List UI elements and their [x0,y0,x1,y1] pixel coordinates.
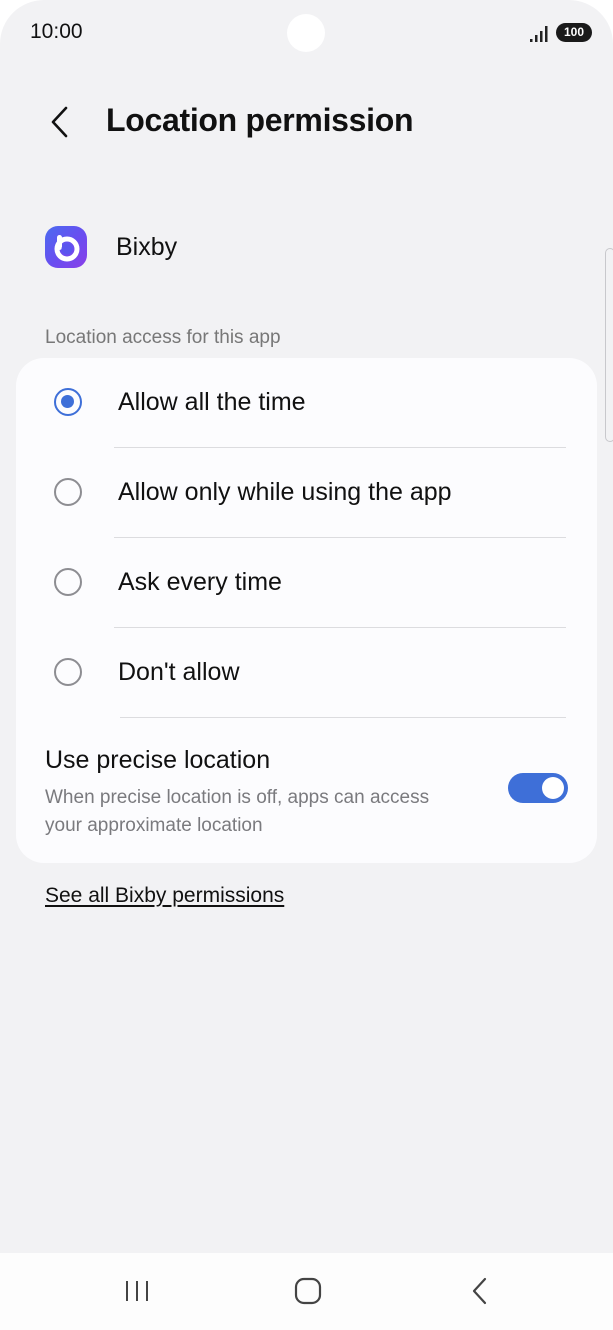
toggle-knob [542,777,564,799]
option-allow-while-using[interactable]: Allow only while using the app [16,448,597,538]
precise-location-description: When precise location is off, apps can a… [45,787,430,836]
app-info-row: Bixby [45,222,177,272]
scrollbar[interactable] [605,248,613,442]
radio-button[interactable] [54,568,82,596]
recents-icon [126,1281,148,1301]
chevron-left-icon [51,106,68,138]
battery-indicator: 100 [556,23,592,42]
nav-back-button[interactable] [458,1271,502,1311]
option-ask-every-time[interactable]: Ask every time [16,538,597,628]
section-label: Location access for this app [45,327,281,348]
status-bar: 10:00 100 [0,0,613,66]
phone-screen: 10:00 100 Location permission Bixby Loca… [0,0,613,1330]
app-name: Bixby [116,232,178,261]
navigation-bar [0,1253,613,1330]
home-icon [294,1277,322,1305]
home-button[interactable] [286,1271,330,1311]
precise-location-row[interactable]: Use precise location When precise locati… [16,736,597,846]
signal-bars-icon [530,26,548,42]
option-label: Don't allow [118,658,240,686]
option-label: Allow all the time [118,388,306,416]
page-title: Location permission [106,102,414,138]
back-button[interactable] [38,100,82,144]
option-label: Ask every time [118,568,282,596]
see-all-permissions-link[interactable]: See all Bixby permissions [45,884,284,908]
precise-location-toggle[interactable] [508,773,568,803]
radio-button[interactable] [54,658,82,686]
radio-button-selected[interactable] [54,388,82,416]
recents-button[interactable] [115,1271,159,1311]
camera-cutout [287,14,325,52]
bixby-app-icon [45,226,87,268]
location-options-card: Allow all the time Allow only while usin… [16,358,597,863]
precise-location-title: Use precise location [45,746,271,774]
option-label: Allow only while using the app [118,478,452,506]
back-chevron-icon [472,1277,487,1305]
divider [120,717,566,718]
status-time: 10:00 [30,20,83,43]
option-allow-all-the-time[interactable]: Allow all the time [16,358,597,448]
radio-button[interactable] [54,478,82,506]
option-dont-allow[interactable]: Don't allow [16,628,597,718]
